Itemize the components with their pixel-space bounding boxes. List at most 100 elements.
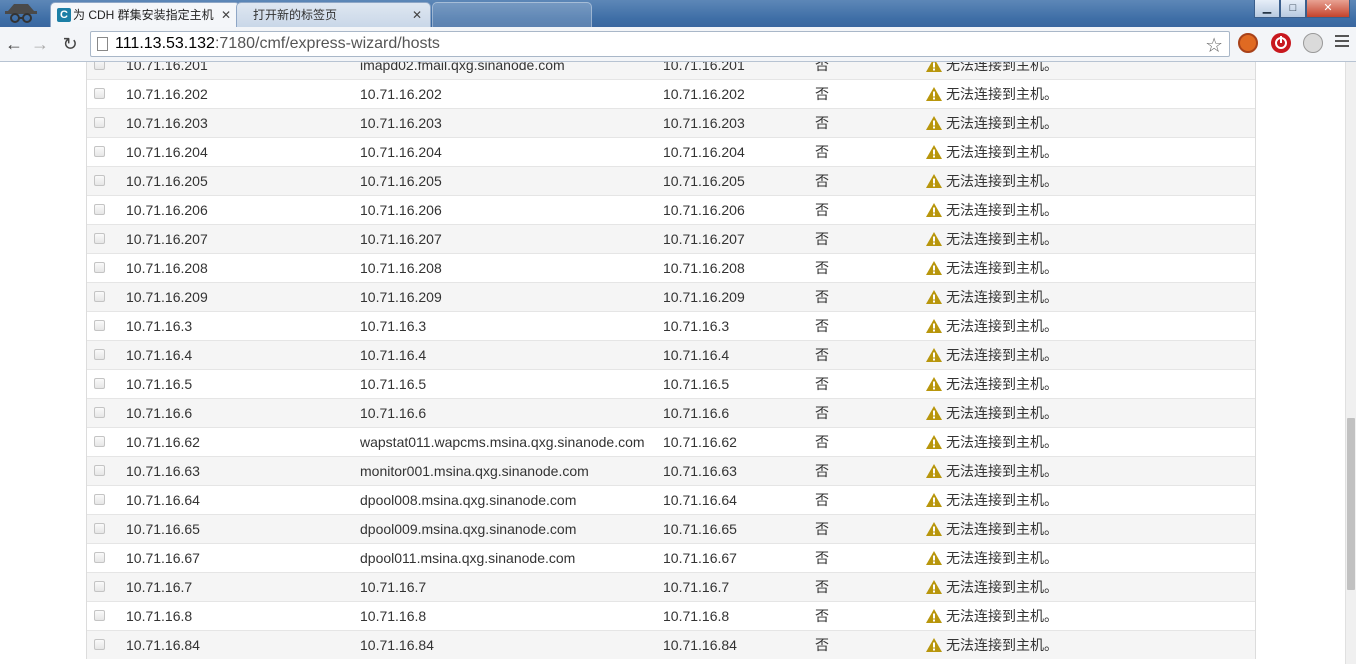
managed-cell: 否 [815, 173, 829, 189]
warning-icon [926, 464, 942, 478]
tab-active[interactable]: C 为 CDH 群集安装指定主机 ✕ [50, 2, 240, 27]
status-cell: 无法连接到主机。 [925, 283, 1058, 311]
ip-cell: 10.71.16.204 [663, 144, 745, 160]
table-row[interactable]: 10.71.16.3 10.71.16.3 10.71.16.3 否 无法连接到主机。 [87, 311, 1255, 340]
row-checkbox[interactable] [94, 436, 105, 447]
ip-cell: 10.71.16.205 [663, 173, 745, 189]
window-controls: ▁ □ ✕ [1254, 0, 1350, 20]
incognito-icon [5, 4, 37, 23]
row-checkbox[interactable] [94, 146, 105, 157]
ip-address-cell: 10.71.16.202 [126, 86, 208, 102]
menu-icon[interactable] [1335, 35, 1349, 50]
status-cell: 无法连接到主机。 [925, 109, 1058, 137]
ip-address-cell: 10.71.16.7 [126, 579, 193, 595]
table-row[interactable]: 10.71.16.207 10.71.16.207 10.71.16.207 否 无法连… [87, 224, 1255, 253]
forward-arrow-icon[interactable]: → [28, 32, 52, 56]
table-row[interactable]: 10.71.16.8 10.71.16.8 10.71.16.8 否 无法连接到主机。 [87, 601, 1255, 630]
table-row[interactable]: 10.71.16.63 monitor001.msina.qxg.sinanode… [87, 456, 1255, 485]
table-row[interactable]: 10.71.16.203 10.71.16.203 10.71.16.203 否 无法连… [87, 108, 1255, 137]
status-cell: 无法连接到主机。 [925, 225, 1058, 253]
extension-power-icon[interactable] [1271, 33, 1291, 53]
page-icon [97, 37, 108, 51]
tab-new-tab[interactable]: 打开新的标签页 ✕ [236, 2, 431, 27]
managed-cell: 否 [815, 289, 829, 305]
row-checkbox[interactable] [94, 552, 105, 563]
managed-cell: 否 [815, 463, 829, 479]
scrollbar-thumb[interactable] [1347, 418, 1355, 590]
table-row[interactable]: 10.71.16.6 10.71.16.6 10.71.16.6 否 无法连接到主机。 [87, 398, 1255, 427]
row-checkbox[interactable] [94, 639, 105, 650]
table-row[interactable]: 10.71.16.62 wapstat011.wapcms.msina.qxg.s… [87, 427, 1255, 456]
row-checkbox[interactable] [94, 465, 105, 476]
tab-strip: C 为 CDH 群集安装指定主机 ✕ 打开新的标签页 ✕ ▁ □ ✕ [0, 0, 1356, 27]
status-cell: 无法连接到主机。 [925, 62, 1058, 79]
table-row[interactable]: 10.71.16.67 dpool011.msina.qxg.sinanode.c… [87, 543, 1255, 572]
row-checkbox[interactable] [94, 204, 105, 215]
row-checkbox[interactable] [94, 523, 105, 534]
row-checkbox[interactable] [94, 117, 105, 128]
table-row[interactable]: 10.71.16.209 10.71.16.209 10.71.16.209 否 无法连… [87, 282, 1255, 311]
reload-icon[interactable]: ↻ [58, 32, 82, 56]
status-text: 无法连接到主机。 [946, 637, 1058, 653]
table-row[interactable]: 10.71.16.201 imapd02.fmail.qxg.sinanode.c… [87, 62, 1255, 79]
ip-cell: 10.71.16.207 [663, 231, 745, 247]
ip-cell: 10.71.16.8 [663, 608, 730, 624]
back-arrow-icon[interactable]: ← [2, 32, 26, 56]
status-text: 无法连接到主机。 [946, 115, 1058, 131]
close-window-button[interactable]: ✕ [1306, 0, 1350, 18]
close-tab-icon[interactable]: ✕ [221, 3, 231, 27]
status-cell: 无法连接到主机。 [925, 399, 1058, 427]
ip-cell: 10.71.16.209 [663, 289, 745, 305]
row-checkbox[interactable] [94, 320, 105, 331]
table-row[interactable]: 10.71.16.204 10.71.16.204 10.71.16.204 否 无法连… [87, 137, 1255, 166]
address-bar[interactable]: 111.13.53.132:7180/cmf/express-wizard/ho… [90, 31, 1230, 57]
maximize-button[interactable]: □ [1280, 0, 1306, 18]
status-text: 无法连接到主机。 [946, 608, 1058, 624]
status-text: 无法连接到主机。 [946, 347, 1058, 363]
row-checkbox[interactable] [94, 291, 105, 302]
row-checkbox[interactable] [94, 581, 105, 592]
status-text: 无法连接到主机。 [946, 231, 1058, 247]
close-tab-icon[interactable]: ✕ [412, 3, 422, 27]
row-checkbox[interactable] [94, 407, 105, 418]
row-checkbox[interactable] [94, 233, 105, 244]
extension-sync-icon[interactable] [1303, 33, 1323, 53]
extension-cookie-icon[interactable] [1238, 33, 1258, 53]
status-cell: 无法连接到主机。 [925, 370, 1058, 398]
row-checkbox[interactable] [94, 262, 105, 273]
row-checkbox[interactable] [94, 378, 105, 389]
table-row[interactable]: 10.71.16.5 10.71.16.5 10.71.16.5 否 无法连接到主机。 [87, 369, 1255, 398]
table-row[interactable]: 10.71.16.7 10.71.16.7 10.71.16.7 否 无法连接到主机。 [87, 572, 1255, 601]
new-tab-button[interactable] [432, 2, 592, 27]
status-cell: 无法连接到主机。 [925, 544, 1058, 572]
row-checkbox[interactable] [94, 349, 105, 360]
hostname-cell: 10.71.16.3 [360, 318, 427, 334]
status-text: 无法连接到主机。 [946, 173, 1058, 189]
table-row[interactable]: 10.71.16.202 10.71.16.202 10.71.16.202 否 无法连… [87, 79, 1255, 108]
row-checkbox[interactable] [94, 175, 105, 186]
minimize-button[interactable]: ▁ [1254, 0, 1280, 18]
bookmark-star-icon[interactable]: ☆ [1205, 33, 1223, 58]
status-cell: 无法连接到主机。 [925, 515, 1058, 543]
warning-icon [926, 609, 942, 623]
ip-address-cell: 10.71.16.206 [126, 202, 208, 218]
hostname-cell: 10.71.16.203 [360, 115, 442, 131]
row-checkbox[interactable] [94, 610, 105, 621]
browser-toolbar: ← → ↻ 111.13.53.132:7180/cmf/express-wiz… [0, 27, 1356, 62]
table-row[interactable]: 10.71.16.64 dpool008.msina.qxg.sinanode.c… [87, 485, 1255, 514]
table-row[interactable]: 10.71.16.208 10.71.16.208 10.71.16.208 否 无法连… [87, 253, 1255, 282]
ip-address-cell: 10.71.16.62 [126, 434, 200, 450]
vertical-scrollbar[interactable] [1345, 62, 1356, 664]
table-row[interactable]: 10.71.16.206 10.71.16.206 10.71.16.206 否 无法连… [87, 195, 1255, 224]
row-checkbox[interactable] [94, 88, 105, 99]
table-row[interactable]: 10.71.16.4 10.71.16.4 10.71.16.4 否 无法连接到主机。 [87, 340, 1255, 369]
hostname-cell: 10.71.16.84 [360, 637, 434, 653]
table-row[interactable]: 10.71.16.65 dpool009.msina.qxg.sinanode.c… [87, 514, 1255, 543]
warning-icon [926, 145, 942, 159]
table-row[interactable]: 10.71.16.84 10.71.16.84 10.71.16.84 否 无法连接到主… [87, 630, 1255, 659]
url-text[interactable]: 111.13.53.132:7180/cmf/express-wizard/ho… [115, 35, 440, 53]
tab-title: 打开新的标签页 [253, 8, 338, 22]
row-checkbox[interactable] [94, 494, 105, 505]
row-checkbox[interactable] [94, 62, 105, 70]
table-row[interactable]: 10.71.16.205 10.71.16.205 10.71.16.205 否 无法连… [87, 166, 1255, 195]
